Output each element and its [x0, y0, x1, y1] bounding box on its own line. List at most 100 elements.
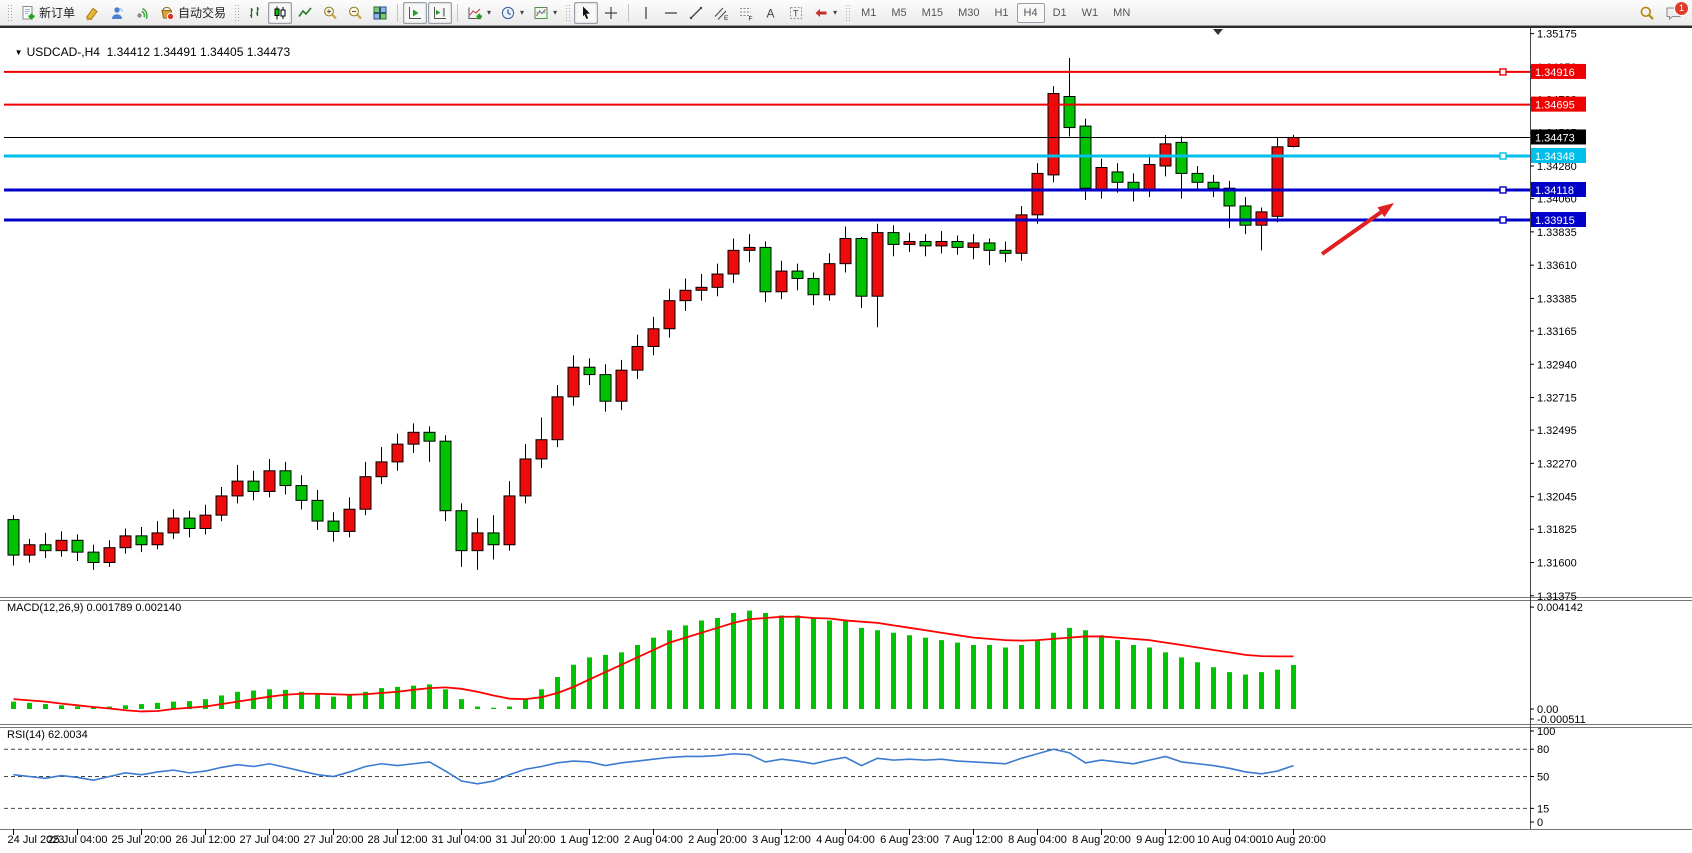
- templates-button[interactable]: ▾: [529, 2, 561, 24]
- candle: [232, 481, 243, 496]
- bar-chart-button[interactable]: [243, 2, 267, 24]
- candle: [552, 397, 563, 440]
- price-badge-label: 1.34695: [1535, 100, 1575, 112]
- price-axis-label: 1.33165: [1537, 326, 1577, 338]
- timeframe-w1-button[interactable]: W1: [1075, 3, 1106, 23]
- candle: [632, 347, 643, 371]
- trendline-button[interactable]: [684, 2, 708, 24]
- time-axis-label[interactable]: 1 Aug 12:00: [560, 834, 619, 846]
- bar-chart-icon: [247, 5, 263, 21]
- horizontal-line-icon: [663, 5, 679, 21]
- signals-button[interactable]: [130, 2, 154, 24]
- time-axis-label[interactable]: 9 Aug 12:00: [1136, 834, 1195, 846]
- time-axis-label[interactable]: 27 Jul 20:00: [304, 834, 364, 846]
- timeframe-mn-button[interactable]: MN: [1106, 3, 1137, 23]
- timeframe-h4-button[interactable]: H4: [1017, 3, 1045, 23]
- metaeditor-button[interactable]: [80, 2, 104, 24]
- time-axis-label[interactable]: 31 Jul 04:00: [432, 834, 492, 846]
- timeframe-m1-button[interactable]: M1: [854, 3, 883, 23]
- toolbar-grip[interactable]: [234, 4, 239, 22]
- price-badge-label: 1.34348: [1535, 151, 1575, 163]
- line-chart-button[interactable]: [293, 2, 317, 24]
- zoom-out-button[interactable]: [343, 2, 367, 24]
- time-axis-label[interactable]: 2 Aug 04:00: [624, 834, 683, 846]
- new-order-icon: [20, 5, 36, 21]
- candle: [984, 243, 995, 250]
- chart-title[interactable]: ▼USDCAD-,H4 1.34412 1.34491 1.34405 1.34…: [8, 31, 290, 59]
- autotrading-button[interactable]: 自动交易: [155, 2, 230, 24]
- chart-title-expand-icon[interactable]: ▼: [15, 48, 23, 57]
- line-handle-1.33915[interactable]: [1500, 217, 1506, 223]
- price-axis-label: 1.32270: [1537, 458, 1577, 470]
- vertical-line-button[interactable]: [634, 2, 658, 24]
- autotrading-label: 自动交易: [178, 4, 226, 21]
- mql5-community-button[interactable]: [105, 2, 129, 24]
- candle: [280, 471, 291, 486]
- timeframe-m30-button[interactable]: M30: [951, 3, 986, 23]
- candlestick-chart-button[interactable]: [268, 2, 292, 24]
- text-button[interactable]: A: [759, 2, 783, 24]
- time-axis-label[interactable]: 4 Aug 04:00: [816, 834, 875, 846]
- horizontal-line-button[interactable]: [659, 2, 683, 24]
- toolbar-separator: [457, 4, 458, 22]
- chart-canvas[interactable]: 1.351751.349501.347281.345051.342801.340…: [0, 0, 1692, 853]
- candle: [312, 500, 323, 521]
- notifications-button[interactable]: 1: [1665, 5, 1682, 21]
- trendline-icon: [688, 5, 704, 21]
- chart-shift-button[interactable]: [428, 2, 452, 24]
- timeframe-m5-button[interactable]: M5: [884, 3, 913, 23]
- time-axis-label[interactable]: 25 Jul 04:00: [48, 834, 108, 846]
- line-handle-1.34118[interactable]: [1500, 187, 1506, 193]
- time-axis-label[interactable]: 10 Aug 20:00: [1261, 834, 1326, 846]
- line-handle-1.34916[interactable]: [1500, 69, 1506, 75]
- candle: [808, 278, 819, 294]
- candle: [536, 440, 547, 459]
- time-axis-label[interactable]: 26 Jul 12:00: [176, 834, 236, 846]
- time-axis-label[interactable]: 28 Jul 12:00: [368, 834, 428, 846]
- new-order-button[interactable]: 新订单: [16, 2, 79, 24]
- periods-button[interactable]: ▾: [496, 2, 528, 24]
- candle: [328, 521, 339, 531]
- toolbar-separator: [628, 4, 629, 22]
- time-axis-label[interactable]: 3 Aug 12:00: [752, 834, 811, 846]
- time-axis-label[interactable]: 25 Jul 20:00: [112, 834, 172, 846]
- price-axis-label: 1.31375: [1537, 591, 1577, 603]
- time-axis-label[interactable]: 2 Aug 20:00: [688, 834, 747, 846]
- candle: [440, 441, 451, 511]
- trend-arrow[interactable]: [1322, 212, 1381, 254]
- fibonacci-button[interactable]: F: [734, 2, 758, 24]
- toolbar-grip[interactable]: [7, 4, 12, 22]
- candle: [1032, 173, 1043, 214]
- search-button[interactable]: [1635, 2, 1659, 24]
- candle: [600, 375, 611, 402]
- tile-windows-button[interactable]: [368, 2, 392, 24]
- line-handle-1.34348[interactable]: [1500, 153, 1506, 159]
- text-label-button[interactable]: T: [784, 2, 808, 24]
- candle: [872, 233, 883, 297]
- toolbar-grip[interactable]: [565, 4, 570, 22]
- zoom-in-icon: [322, 5, 338, 21]
- indicators-button[interactable]: ▾: [463, 2, 495, 24]
- time-axis-label[interactable]: 31 Jul 20:00: [496, 834, 556, 846]
- crosshair-button[interactable]: [599, 2, 623, 24]
- timeframe-h1-button[interactable]: H1: [987, 3, 1015, 23]
- time-axis-label[interactable]: 7 Aug 12:00: [944, 834, 1003, 846]
- time-axis-label[interactable]: 8 Aug 20:00: [1072, 834, 1131, 846]
- equidistant-channel-icon: E: [713, 5, 729, 21]
- candle: [1240, 206, 1251, 225]
- time-axis-label[interactable]: 8 Aug 04:00: [1008, 834, 1067, 846]
- arrows-button[interactable]: ▾: [809, 2, 841, 24]
- timeframe-m15-button[interactable]: M15: [915, 3, 950, 23]
- time-axis-label[interactable]: 27 Jul 04:00: [240, 834, 300, 846]
- time-axis-label[interactable]: 10 Aug 04:00: [1197, 834, 1262, 846]
- candle: [1208, 182, 1219, 188]
- zoom-in-button[interactable]: [318, 2, 342, 24]
- time-axis-label[interactable]: 6 Aug 23:00: [880, 834, 939, 846]
- timeframe-d1-button[interactable]: D1: [1046, 3, 1074, 23]
- toolbar-grip[interactable]: [845, 4, 850, 22]
- equidistant-channel-button[interactable]: E: [709, 2, 733, 24]
- candle: [8, 520, 19, 556]
- chart-shift-marker: [1213, 29, 1223, 35]
- cursor-button[interactable]: [574, 2, 598, 24]
- autoscroll-button[interactable]: [403, 2, 427, 24]
